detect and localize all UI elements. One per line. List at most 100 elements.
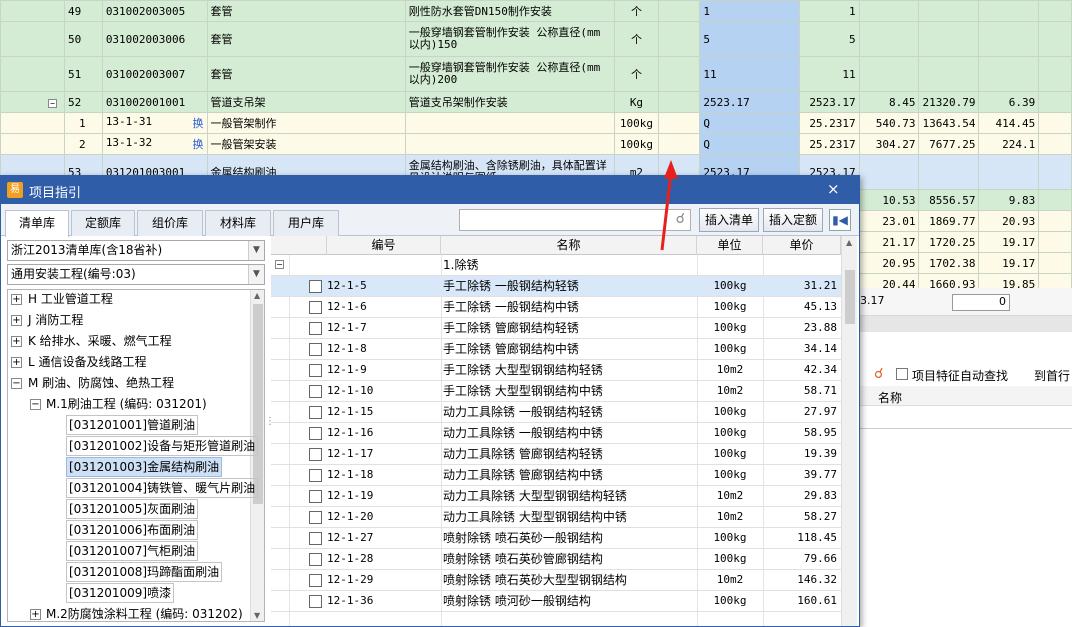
replace-icon[interactable]: 换 [193, 136, 204, 152]
cell-c3[interactable]: 414.45 [978, 112, 1040, 134]
row-checkbox[interactable] [309, 574, 322, 587]
quota-row[interactable]: 12-1-17 动力工具除锈 管廊钢结构轻锈 100kg 19.39 [271, 444, 841, 465]
tree-node[interactable]: [031201009]喷漆 [8, 583, 250, 604]
bill-row[interactable]: 49 031002003005 套管 刚性防水套管DN150制作安装 个 1 1 [0, 0, 1072, 22]
cell-no[interactable]: 1 [64, 112, 103, 134]
cell[interactable] [1038, 210, 1072, 232]
replace-icon[interactable]: 换 [193, 115, 204, 131]
row-checkbox[interactable] [309, 553, 322, 566]
cell[interactable] [1038, 91, 1072, 113]
cell-desc[interactable]: 一般穿墙钢套管制作安装 公称直径(mm以内)150 [404, 21, 615, 57]
tab-user-library[interactable]: 用户库 [273, 210, 339, 236]
cell-total[interactable]: 11 [798, 56, 860, 92]
cell[interactable] [657, 21, 701, 57]
quota-row[interactable]: 12-1-19 动力工具除锈 大型型钢钢结构轻锈 10m2 29.83 [271, 486, 841, 507]
row-checkbox[interactable] [309, 301, 322, 314]
row-checkbox[interactable] [309, 427, 322, 440]
collapse-icon[interactable]: − [275, 260, 284, 269]
cell-name[interactable]: 套管 [206, 21, 406, 57]
row-checkbox[interactable] [309, 532, 322, 545]
cell-code[interactable]: 031002003007 [101, 56, 208, 92]
tree-node[interactable]: + K 给排水、采暖、燃气工程 [8, 331, 250, 352]
cell-code[interactable]: 031002001001 [101, 91, 208, 113]
cell-desc[interactable]: 管道支吊架制作安装 [404, 91, 615, 113]
cell[interactable] [0, 21, 65, 57]
quota-row[interactable]: 12-1-7 手工除锈 管廊钢结构轻锈 100kg 23.88 [271, 318, 841, 339]
row-checkbox[interactable] [309, 469, 322, 482]
cell[interactable]: 1869.77 [918, 210, 980, 232]
row-checkbox[interactable] [309, 595, 322, 608]
cell[interactable] [0, 0, 65, 22]
bill-row[interactable]: 51 031002003007 套管 一般穿墙钢套管制作安装 公称直径(mm以内)20… [0, 56, 1072, 92]
cell[interactable] [1038, 21, 1072, 57]
cell-c1[interactable]: 540.73 [858, 112, 920, 134]
auto-find-checkbox[interactable] [896, 368, 908, 380]
row-checkbox[interactable] [309, 490, 322, 503]
cell-code[interactable]: 13-1-31 换 [101, 112, 208, 134]
cell-no[interactable]: 51 [64, 56, 103, 92]
quota-row[interactable]: 12-1-10 手工除锈 大型型钢钢结构中锈 10m2 58.71 [271, 381, 841, 402]
tree-node[interactable]: [031201003]金属结构刷油 [8, 457, 250, 478]
bill-row[interactable]: − 52 031002001001 管道支吊架 管道支吊架制作安装 Kg 2523.17 25… [0, 91, 1072, 113]
cell-qty[interactable]: 11 [699, 56, 800, 92]
cell-c1[interactable]: 8.45 [858, 91, 920, 113]
cell-name[interactable]: 一般管架制作 [206, 112, 406, 134]
cell-c2[interactable]: 13643.54 [918, 112, 980, 134]
expand-icon[interactable]: + [11, 357, 22, 368]
scroll-thumb[interactable] [253, 304, 263, 504]
goto-first-button[interactable]: 到首行 [1034, 367, 1070, 384]
cell-c2[interactable]: 7677.25 [918, 133, 980, 155]
specialty-select[interactable]: 通用安装工程(编号:03) ▼ [7, 264, 265, 285]
cell-qty[interactable]: 5 [699, 21, 800, 57]
cell[interactable] [1038, 56, 1072, 92]
cell-c3[interactable]: 6.39 [978, 91, 1040, 113]
cell[interactable]: 23.01 [858, 210, 920, 232]
quota-row[interactable]: 12-1-15 动力工具除锈 一般钢结构轻锈 100kg 27.97 [271, 402, 841, 423]
cell[interactable]: 8556.57 [918, 189, 980, 211]
row-checkbox[interactable] [309, 280, 322, 293]
cell-unit[interactable]: 100kg [613, 112, 659, 134]
cell-total[interactable]: 5 [798, 21, 860, 57]
cell-desc[interactable] [404, 133, 615, 155]
insert-list-button[interactable]: 插入清单 [699, 208, 759, 232]
tree-node[interactable]: + H 工业管道工程 [8, 290, 250, 310]
collapse-icon[interactable]: − [30, 399, 41, 410]
bill-row[interactable]: 2 13-1-32 换一般管架安装 100kg Q 25.2317 304.27 7677.2… [0, 133, 1072, 155]
cell-no[interactable]: 50 [64, 21, 103, 57]
tree-node[interactable]: [031201005]灰面刷油 [8, 499, 250, 520]
cell-desc[interactable] [404, 112, 615, 134]
cell[interactable] [657, 0, 701, 22]
cell-desc[interactable]: 刚性防水套管DN150制作安装 [404, 0, 615, 22]
cell-name[interactable]: 套管 [206, 56, 406, 92]
cell-code[interactable]: 031002003005 [101, 0, 208, 22]
cell-c1[interactable] [858, 56, 920, 92]
cell[interactable]: 21.17 [858, 231, 920, 253]
insert-quota-button[interactable]: 插入定额 [763, 208, 823, 232]
quota-row[interactable]: 12-1-29 喷射除锈 喷石英砂大型型钢钢结构 10m2 146.32 [271, 570, 841, 591]
tree-node[interactable]: + J 消防工程 [8, 310, 250, 331]
row-checkbox[interactable] [309, 343, 322, 356]
cell-c2[interactable] [918, 154, 980, 190]
tree-node[interactable]: [031201007]气柜刷油 [8, 541, 250, 562]
cell-total[interactable]: 2523.17 [798, 91, 860, 113]
cell-c2[interactable] [918, 21, 980, 57]
tree-node[interactable]: + M.2防腐蚀涂料工程 (编码: 031202) [8, 604, 250, 621]
row-checkbox[interactable] [309, 385, 322, 398]
search-icon[interactable]: ☌ [676, 211, 685, 227]
cell[interactable] [657, 133, 701, 155]
cell-no[interactable]: 2 [64, 133, 103, 155]
cell[interactable] [0, 133, 65, 155]
cell-name[interactable]: 一般管架安装 [206, 133, 406, 155]
search-icon[interactable]: ☌ [874, 366, 883, 382]
scroll-down-icon[interactable]: ▼ [254, 611, 260, 620]
cell-code[interactable]: 031002003006 [101, 21, 208, 57]
quota-row[interactable]: 12-1-20 动力工具除锈 大型型钢钢结构中锈 10m2 58.27 [271, 507, 841, 528]
scroll-thumb[interactable] [845, 270, 855, 324]
quota-row[interactable]: 12-1-9 手工除锈 大型型钢钢结构轻锈 10m2 42.34 [271, 360, 841, 381]
cell-unit[interactable]: 个 [613, 0, 659, 22]
cell-qty[interactable]: Q [699, 133, 800, 155]
cell[interactable]: 1702.38 [918, 252, 980, 274]
cell-qty[interactable]: 1 [699, 0, 800, 22]
expand-icon[interactable]: + [11, 294, 22, 305]
quota-row[interactable]: 12-1-5 手工除锈 一般钢结构轻锈 100kg 31.21 [271, 276, 841, 297]
